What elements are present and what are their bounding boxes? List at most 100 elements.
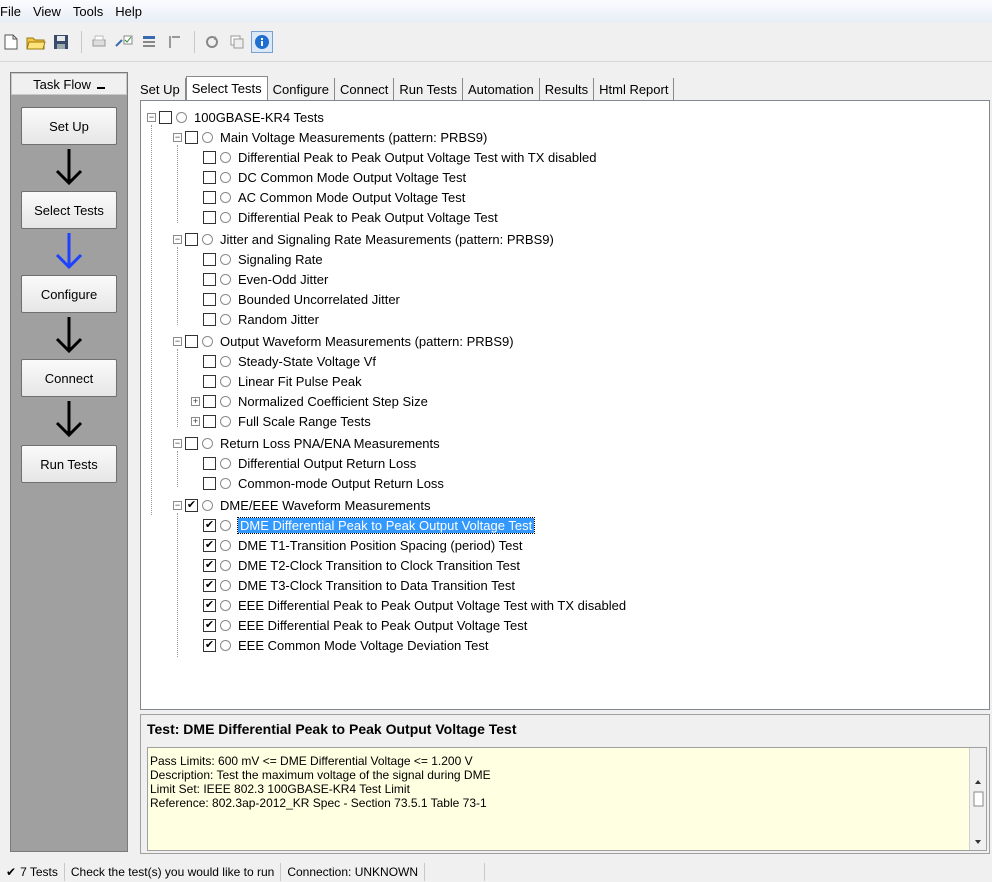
tree-group[interactable]: − Return Loss PNA/ENA Measurements xyxy=(173,433,440,453)
checkbox[interactable]: ✔ xyxy=(203,598,216,612)
checkbox[interactable] xyxy=(203,210,216,224)
collapse-icon[interactable]: − xyxy=(173,500,182,510)
checkbox[interactable] xyxy=(159,110,172,124)
checkbox[interactable] xyxy=(203,252,216,266)
tree-item[interactable]: + Full Scale Range Tests xyxy=(191,411,371,431)
tree-item[interactable]: Differential Output Return Loss xyxy=(203,453,416,473)
checkbox[interactable] xyxy=(203,272,216,286)
tree-item[interactable]: DC Common Mode Output Voltage Test xyxy=(203,167,466,187)
status-circle-icon xyxy=(220,171,231,183)
refresh-icon[interactable] xyxy=(201,31,223,53)
checkbox[interactable] xyxy=(203,312,216,326)
status-circle-icon xyxy=(220,415,231,427)
tree-item[interactable]: ✔ EEE Differential Peak to Peak Output V… xyxy=(203,615,527,635)
checkbox[interactable] xyxy=(185,130,198,144)
tree-group[interactable]: − Main Voltage Measurements (pattern: PR… xyxy=(173,127,487,147)
tree-item[interactable]: Signaling Rate xyxy=(203,249,323,269)
tree-item[interactable]: Linear Fit Pulse Peak xyxy=(203,371,362,391)
tree-group[interactable]: − Output Waveform Measurements (pattern:… xyxy=(173,331,514,351)
checkbox[interactable] xyxy=(203,476,216,490)
tree-group[interactable]: − Jitter and Signaling Rate Measurements… xyxy=(173,229,554,249)
save-icon[interactable] xyxy=(50,31,72,53)
open-folder-icon[interactable] xyxy=(25,31,47,53)
checkbox[interactable] xyxy=(203,414,216,428)
tree-item[interactable]: AC Common Mode Output Voltage Test xyxy=(203,187,465,207)
checkbox[interactable]: ✔ xyxy=(203,518,216,532)
details-scrollbar[interactable] xyxy=(969,748,986,850)
checkbox[interactable]: ✔ xyxy=(185,498,198,512)
checkbox[interactable] xyxy=(203,170,216,184)
tab-results[interactable]: Results xyxy=(540,78,595,100)
tree-item[interactable]: Differential Peak to Peak Output Voltage… xyxy=(203,207,498,227)
scroll-thumb[interactable] xyxy=(973,791,984,807)
collapse-icon[interactable]: − xyxy=(173,132,182,142)
expand-icon[interactable]: + xyxy=(191,416,200,426)
checkbox[interactable] xyxy=(203,374,216,388)
menu-view[interactable]: View xyxy=(33,4,67,19)
copy-icon[interactable] xyxy=(226,31,248,53)
details-text-box[interactable]: Pass Limits: 600 mV <= DME Differential … xyxy=(147,747,987,851)
tab-html-report[interactable]: Html Report xyxy=(594,78,675,100)
tab-configure[interactable]: Configure xyxy=(268,78,335,100)
flow-run-tests-button[interactable]: Run Tests xyxy=(21,445,117,483)
minimize-icon[interactable] xyxy=(96,87,105,89)
collapse-icon[interactable]: − xyxy=(147,112,156,122)
flow-select-tests-button[interactable]: Select Tests xyxy=(21,191,117,229)
tree-item[interactable]: ✔ EEE Differential Peak to Peak Output V… xyxy=(203,595,626,615)
checkbox[interactable] xyxy=(203,190,216,204)
tree-item[interactable]: ✔ DME T3-Clock Transition to Data Transi… xyxy=(203,575,515,595)
checkbox[interactable] xyxy=(185,334,198,348)
collapse-icon[interactable]: − xyxy=(173,336,182,346)
tab-connect[interactable]: Connect xyxy=(335,78,395,100)
tree-item[interactable]: Differential Peak to Peak Output Voltage… xyxy=(203,147,596,167)
new-file-icon[interactable] xyxy=(0,31,22,53)
tree-root[interactable]: − 100GBASE-KR4 Tests xyxy=(147,107,324,127)
menu-tools[interactable]: Tools xyxy=(73,4,109,19)
flow-connect-button[interactable]: Connect xyxy=(21,359,117,397)
checkbox[interactable]: ✔ xyxy=(203,538,216,552)
tab-select-tests[interactable]: Select Tests xyxy=(185,76,268,100)
scroll-up-icon[interactable] xyxy=(975,780,981,784)
tree-group[interactable]: − ✔ DME/EEE Waveform Measurements xyxy=(173,495,430,515)
checkbox[interactable] xyxy=(203,394,216,408)
checkbox[interactable]: ✔ xyxy=(203,558,216,572)
menu-file[interactable]: File xyxy=(0,4,27,19)
checkbox[interactable]: ✔ xyxy=(203,578,216,592)
checkbox[interactable] xyxy=(203,456,216,470)
scroll-down-icon[interactable] xyxy=(975,840,981,844)
tree-item[interactable]: Even-Odd Jitter xyxy=(203,269,328,289)
checkbox[interactable] xyxy=(185,232,198,246)
tree-item[interactable]: ✔ DME Differential Peak to Peak Output V… xyxy=(203,515,536,535)
checkbox[interactable]: ✔ xyxy=(203,638,216,652)
tab-run-tests[interactable]: Run Tests xyxy=(394,78,463,100)
collapse-icon[interactable]: − xyxy=(173,234,182,244)
flow-configure-button[interactable]: Configure xyxy=(21,275,117,313)
select-tests-icon[interactable] xyxy=(113,31,135,53)
checkbox[interactable] xyxy=(185,436,198,450)
checkbox[interactable] xyxy=(203,354,216,368)
tree-item[interactable]: Common-mode Output Return Loss xyxy=(203,473,444,493)
tree-item[interactable]: ✔ DME T2-Clock Transition to Clock Trans… xyxy=(203,555,520,575)
flow-setup-button[interactable]: Set Up xyxy=(21,107,117,145)
checkbox[interactable] xyxy=(203,292,216,306)
print-icon[interactable] xyxy=(88,31,110,53)
tree-item[interactable]: ✔ EEE Common Mode Voltage Deviation Test xyxy=(203,635,489,655)
checkbox[interactable] xyxy=(203,150,216,164)
tab-automation[interactable]: Automation xyxy=(463,78,540,100)
tree-item[interactable]: Random Jitter xyxy=(203,309,319,329)
tree-item[interactable]: + Normalized Coefficient Step Size xyxy=(191,391,428,411)
expand-icon[interactable]: + xyxy=(191,396,200,406)
group-label: Return Loss PNA/ENA Measurements xyxy=(220,435,440,451)
info-icon[interactable] xyxy=(251,30,273,53)
tab-setup[interactable]: Set Up xyxy=(135,78,186,100)
menu-help[interactable]: Help xyxy=(115,4,148,19)
details-line: Pass Limits: 600 mV <= DME Differential … xyxy=(150,754,473,768)
tree-item[interactable]: Bounded Uncorrelated Jitter xyxy=(203,289,400,309)
column-icon[interactable] xyxy=(163,31,185,53)
status-circle-icon xyxy=(220,293,231,305)
tree-item[interactable]: Steady-State Voltage Vf xyxy=(203,351,376,371)
tree-item[interactable]: ✔ DME T1-Transition Position Spacing (pe… xyxy=(203,535,522,555)
collapse-icon[interactable]: − xyxy=(173,438,182,448)
list-icon[interactable] xyxy=(138,31,160,53)
checkbox[interactable]: ✔ xyxy=(203,618,216,632)
